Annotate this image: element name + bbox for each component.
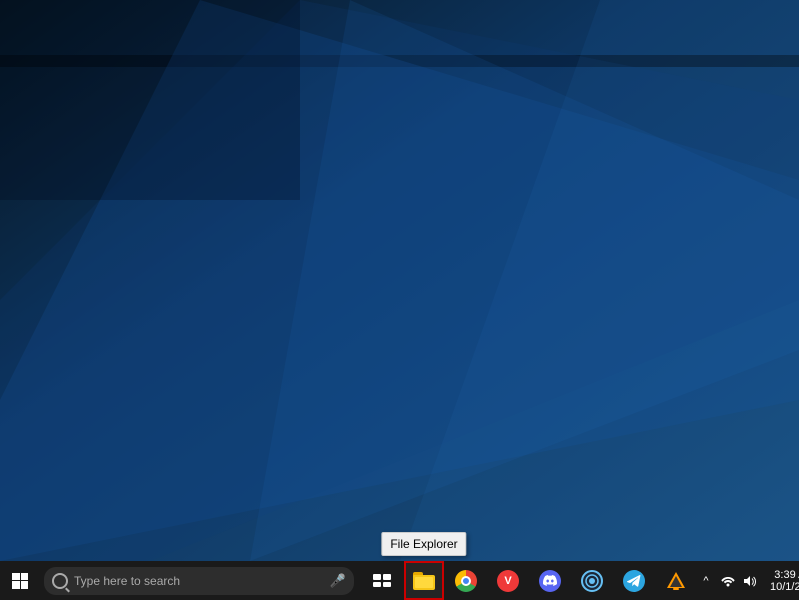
windows-logo-icon: [12, 573, 28, 589]
system-tray: ^ 3:39 AM 10/1/2026: [696, 561, 799, 600]
taskbar-icon-steam[interactable]: [572, 561, 612, 600]
search-placeholder-text: Type here to search: [74, 574, 330, 588]
clock-time: 3:39 AM: [774, 569, 799, 581]
taskbar-icon-task-view[interactable]: [362, 561, 402, 600]
clock-date: 10/1/2026: [770, 581, 799, 593]
system-clock[interactable]: 3:39 AM 10/1/2026: [762, 561, 799, 600]
taskbar-icons: File Explorer V: [362, 561, 696, 600]
start-button[interactable]: [0, 561, 40, 600]
taskbar-icon-chrome[interactable]: [446, 561, 486, 600]
chrome-icon: [455, 570, 477, 592]
telegram-icon: [623, 570, 645, 592]
taskbar-icon-vlc[interactable]: [656, 561, 696, 600]
search-bar[interactable]: Type here to search 🎤: [44, 567, 354, 595]
microphone-icon[interactable]: 🎤: [330, 573, 346, 589]
taskbar-icon-telegram[interactable]: [614, 561, 654, 600]
tray-up-arrow[interactable]: ^: [696, 561, 716, 600]
taskbar-icon-file-explorer[interactable]: File Explorer: [404, 561, 444, 600]
tray-network-icon[interactable]: [718, 561, 738, 600]
taskbar-icon-vivaldi[interactable]: V: [488, 561, 528, 600]
desktop: [0, 0, 799, 561]
desktop-wallpaper: [0, 0, 799, 561]
task-view-icon: [373, 574, 391, 587]
tray-volume-icon[interactable]: [740, 561, 760, 600]
discord-icon: [539, 570, 561, 592]
taskbar: Type here to search 🎤: [0, 561, 799, 600]
vivaldi-icon: V: [497, 570, 519, 592]
folder-icon: [413, 572, 435, 590]
vlc-icon: [665, 570, 687, 592]
steam-icon: [581, 570, 603, 592]
taskbar-icon-discord[interactable]: [530, 561, 570, 600]
search-icon: [52, 573, 68, 589]
